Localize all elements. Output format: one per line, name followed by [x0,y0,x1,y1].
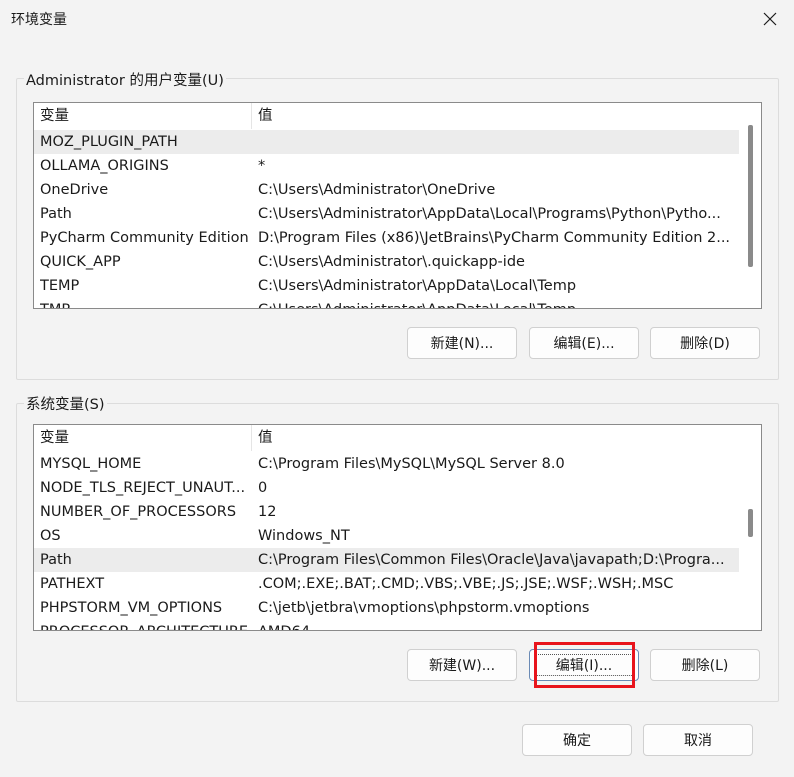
user-list-scrollbar[interactable] [739,103,761,308]
variable-value-cell: C:\jetb\jetbra\vmoptions\phpstorm.vmopti… [258,600,590,616]
variable-value-cell: C:\Users\Administrator\OneDrive [258,182,496,198]
table-row[interactable]: MOZ_PLUGIN_PATH [34,130,739,154]
variable-value-cell: C:\Program Files\Common Files\Oracle\Jav… [258,552,725,568]
table-row[interactable]: NUMBER_OF_PROCESSORS 12 [34,500,739,524]
window-title: 环境变量 [11,12,67,28]
variable-name-cell: OS [40,528,61,544]
list-header: 变量 值 [34,425,739,451]
variable-name-cell: Path [40,206,72,222]
variable-name-cell: PATHEXT [40,576,105,592]
variable-value-cell: AMD64 [258,620,736,630]
variable-name-cell: PROCESSOR_ARCHITECTURE [40,620,250,630]
table-row[interactable]: PATHEXT .COM;.EXE;.BAT;.CMD;.VBS;.VBE;.JS… [34,572,739,596]
ok-button[interactable]: 确定 [522,724,632,756]
cancel-button[interactable]: 取消 [643,724,753,756]
system-list-scrollbar[interactable] [739,425,761,630]
system-delete-button[interactable]: 删除(L) [650,649,760,681]
variable-value-cell: * [258,158,266,174]
table-row[interactable]: PROCESSOR_ARCHITECTURE AMD64 [34,620,739,630]
column-header-variable[interactable]: 变量 [34,103,252,129]
user-new-button[interactable]: 新建(N)... [407,327,517,359]
variable-value-cell: C:\Program Files\MySQL\MySQL Server 8.0 [258,456,565,472]
table-row[interactable]: OneDrive C:\Users\Administrator\OneDrive [34,178,739,202]
variable-name-cell: MOZ_PLUGIN_PATH [40,134,178,150]
variable-value-cell: D:\Program Files (x86)\JetBrains\PyCharm… [258,230,731,246]
user-edit-button[interactable]: 编辑(E)... [529,327,639,359]
variable-name-cell: OLLAMA_ORIGINS [40,158,169,174]
variable-name-cell: MYSQL_HOME [40,456,142,472]
user-delete-button[interactable]: 删除(D) [650,327,760,359]
variable-value-cell [258,130,736,154]
system-variables-list[interactable]: 变量 值 MYSQL_HOME C:\Program Files\MySQL\My… [33,424,762,631]
variable-value-cell: C:\Users\Administrator\AppData\Local\Tem… [258,278,577,294]
system-new-button[interactable]: 新建(W)... [407,649,517,681]
variable-value-cell: .COM;.EXE;.BAT;.CMD;.VBS;.VBE;.JS;.JSE;.… [258,576,674,592]
variable-value-cell: 12 [258,504,277,520]
variable-name-cell: PyCharm Community Edition [40,230,249,246]
user-variables-label: Administrator 的用户变量(U) [24,69,226,90]
table-row[interactable]: OS Windows_NT [34,524,739,548]
table-row[interactable]: OLLAMA_ORIGINS * [34,154,739,178]
variable-name-cell: NODE_TLS_REJECT_UNAUT... [40,480,246,496]
variable-name-cell: OneDrive [40,182,109,198]
table-row[interactable]: Path C:\Program Files\Common Files\Oracle… [34,548,739,572]
table-row[interactable]: NODE_TLS_REJECT_UNAUT... 0 [34,476,739,500]
scroll-thumb[interactable] [748,509,753,537]
close-icon [763,12,777,26]
column-header-value[interactable]: 值 [252,425,739,451]
table-row[interactable]: PHPSTORM_VM_OPTIONS C:\jetb\jetbra\vmopti… [34,596,739,620]
variable-value-cell: C:\Users\Administrator\AppData\Local\Pro… [258,206,721,222]
scroll-thumb[interactable] [748,125,753,267]
variable-value-cell: C:\Users\Administrator\AppData\Local\Tem… [258,298,736,308]
table-row[interactable]: Path C:\Users\Administrator\AppData\Local… [34,202,739,226]
user-variables-list[interactable]: 变量 值 MOZ_PLUGIN_PATH OLLAMA_ORIGINS * OneDr… [33,102,762,309]
variable-value-cell: C:\Users\Administrator\.quickapp-ide [258,254,525,270]
list-header: 变量 值 [34,103,739,129]
variable-name-cell: PHPSTORM_VM_OPTIONS [40,600,223,616]
variable-name-cell: Path [40,552,72,568]
variable-name-cell: QUICK_APP [40,254,121,270]
variable-name-cell: TEMP [40,278,80,294]
system-edit-label: 编辑(I)... [555,658,613,674]
column-header-value[interactable]: 值 [252,103,739,129]
column-header-variable[interactable]: 变量 [34,425,252,451]
system-variables-label: 系统变量(S) [24,393,107,414]
variable-value-cell: Windows_NT [258,528,350,544]
table-row[interactable]: TMP C:\Users\Administrator\AppData\Local\… [34,298,739,308]
variable-name-cell: TMP [40,298,250,308]
variable-name-cell: NUMBER_OF_PROCESSORS [40,504,237,520]
table-row[interactable]: QUICK_APP C:\Users\Administrator\.quickap… [34,250,739,274]
table-row[interactable]: PyCharm Community Edition D:\Program File… [34,226,739,250]
close-button[interactable] [746,0,794,38]
system-edit-button[interactable]: 编辑(I)... [529,649,639,681]
table-row[interactable]: MYSQL_HOME C:\Program Files\MySQL\MySQL S… [34,452,739,476]
variable-value-cell: 0 [258,480,268,496]
table-row[interactable]: TEMP C:\Users\Administrator\AppData\Local… [34,274,739,298]
title-bar: 环境变量 [0,0,794,38]
